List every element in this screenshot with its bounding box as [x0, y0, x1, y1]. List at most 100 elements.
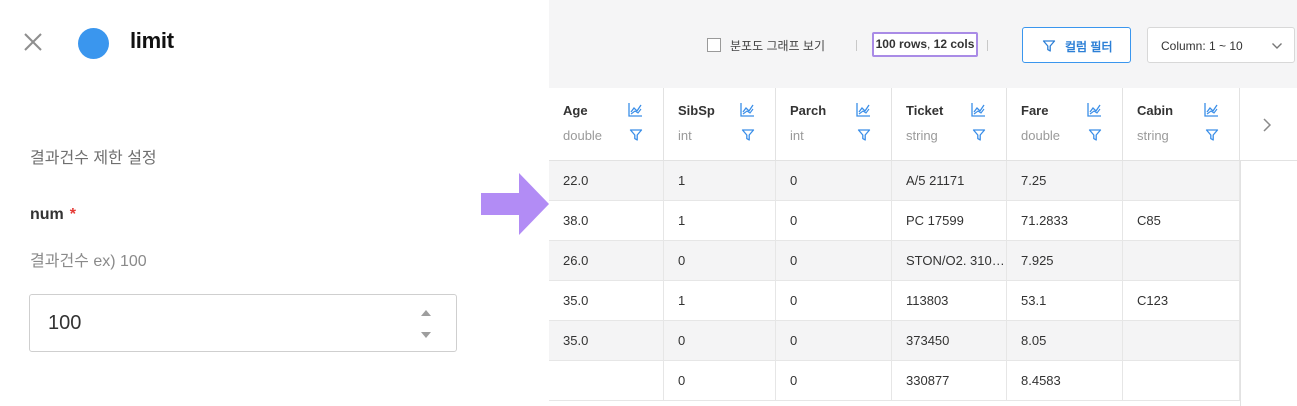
status-dot: [78, 28, 109, 59]
table-cell: 1: [664, 161, 776, 201]
limit-number-input[interactable]: 100: [29, 294, 457, 352]
table-cell: 0: [664, 321, 776, 361]
table-cell: 0: [776, 281, 892, 321]
column-header: Age double: [549, 88, 664, 161]
row-col-count: 100 rows, 12 cols: [872, 32, 978, 57]
column-chart-icon[interactable]: [739, 102, 755, 123]
column-filter-icon[interactable]: [1088, 128, 1102, 147]
column-name: Age: [563, 103, 588, 118]
column-name: Ticket: [906, 103, 944, 118]
table-cell: 0: [776, 361, 892, 401]
column-header: Cabin string: [1123, 88, 1240, 161]
table-cell: 0: [776, 321, 892, 361]
caret-up-icon: [421, 310, 431, 316]
column-filter-label: 컬럼 필터: [1065, 40, 1113, 54]
limit-input-value[interactable]: 100: [48, 312, 81, 335]
table-cell: 0: [664, 241, 776, 281]
chevron-down-icon: [1272, 43, 1282, 49]
data-preview-panel: 분포도 그래프 보기 100 rows, 12 cols 컬럼 필터 Colum…: [549, 0, 1297, 406]
table-row: 22.0 1 0 A/5 21171 7.25: [549, 161, 1240, 201]
column-chart-icon[interactable]: [1203, 102, 1219, 123]
row-count: 100 rows: [875, 37, 927, 51]
param-name: num: [30, 206, 64, 223]
table-cell: 7.25: [1007, 161, 1123, 201]
table-toolbar: 분포도 그래프 보기 100 rows, 12 cols 컬럼 필터 Colum…: [549, 0, 1297, 88]
table-cell: [549, 361, 664, 401]
scatter-toggle-checkbox[interactable]: [707, 38, 721, 52]
column-name: SibSp: [678, 103, 715, 118]
column-chart-icon[interactable]: [970, 102, 986, 123]
column-header: Ticket string: [892, 88, 1007, 161]
column-filter-button[interactable]: 컬럼 필터: [1022, 27, 1131, 63]
table-cell: 1: [664, 281, 776, 321]
table-cell: 330877: [892, 361, 1007, 401]
column-filter-icon[interactable]: [629, 128, 643, 147]
divider: [987, 40, 988, 51]
column-type: string: [906, 128, 938, 143]
table-cell: C85: [1123, 201, 1240, 241]
table-cell: 113803: [892, 281, 1007, 321]
table-cell: 35.0: [549, 281, 664, 321]
data-table: Age double SibSp int Parch int Ticket string Far…: [549, 88, 1297, 406]
table-cell: [1123, 321, 1240, 361]
column-filter-icon[interactable]: [1205, 128, 1219, 147]
scatter-toggle-label: 분포도 그래프 보기: [730, 39, 825, 53]
table-cell: 7.925: [1007, 241, 1123, 281]
table-cell: 0: [776, 161, 892, 201]
divider: [856, 40, 857, 51]
column-name: Cabin: [1137, 103, 1174, 118]
column-filter-icon[interactable]: [857, 128, 871, 147]
table-cell: 53.1: [1007, 281, 1123, 321]
decrement-button[interactable]: [420, 331, 432, 339]
section-label: 결과건수 제한 설정: [30, 150, 157, 167]
column-name: Fare: [1021, 103, 1049, 118]
chevron-right-icon: [1263, 118, 1272, 132]
next-columns-button[interactable]: [1240, 88, 1297, 161]
table-cell: 38.0: [549, 201, 664, 241]
col-count: 12 cols: [933, 37, 975, 51]
column-chart-icon[interactable]: [627, 102, 643, 123]
table-cell: A/5 21171: [892, 161, 1007, 201]
table-cell: PC 17599: [892, 201, 1007, 241]
column-type: double: [563, 128, 603, 143]
column-type: string: [1137, 128, 1169, 143]
table-row: 35.0 1 0 113803 53.1 C123: [549, 281, 1240, 321]
table-row: 0 0 330877 8.4583: [549, 361, 1240, 401]
table-cell: 71.2833: [1007, 201, 1123, 241]
table-cell: 0: [776, 201, 892, 241]
param-label: num *: [30, 206, 76, 224]
column-chart-icon[interactable]: [1086, 102, 1102, 123]
table-cell: 22.0: [549, 161, 664, 201]
table-cell: 35.0: [549, 321, 664, 361]
increment-button[interactable]: [420, 309, 432, 317]
column-filter-icon[interactable]: [741, 128, 755, 147]
panel-title: limit: [130, 28, 174, 53]
column-header: Fare double: [1007, 88, 1123, 161]
table-cell: 8.4583: [1007, 361, 1123, 401]
column-range-value: Column: 1 ~ 10: [1161, 39, 1243, 53]
column-type: double: [1021, 128, 1061, 143]
column-chart-icon[interactable]: [855, 102, 871, 123]
filter-icon: [1042, 40, 1056, 52]
close-button[interactable]: [22, 31, 44, 53]
table-cell: [1123, 161, 1240, 201]
column-filter-icon[interactable]: [972, 128, 986, 147]
required-mark: *: [69, 206, 77, 223]
table-filler: [1240, 161, 1297, 406]
table-cell: 373450: [892, 321, 1007, 361]
table-cell: [1123, 241, 1240, 281]
table-cell: 1: [664, 201, 776, 241]
table-cell: 0: [664, 361, 776, 401]
table-cell: 26.0: [549, 241, 664, 281]
column-name: Parch: [790, 103, 827, 118]
table-cell: STON/O2. 3101282: [892, 241, 1007, 281]
column-range-select[interactable]: Column: 1 ~ 10: [1147, 27, 1295, 63]
column-header: Parch int: [776, 88, 892, 161]
column-type: int: [678, 128, 692, 143]
column-type: int: [790, 128, 804, 143]
column-header: SibSp int: [664, 88, 776, 161]
param-hint: 결과건수 ex) 100: [30, 253, 147, 270]
table-cell: [1123, 361, 1240, 401]
caret-down-icon: [421, 332, 431, 338]
table-row: 35.0 0 0 373450 8.05: [549, 321, 1240, 361]
